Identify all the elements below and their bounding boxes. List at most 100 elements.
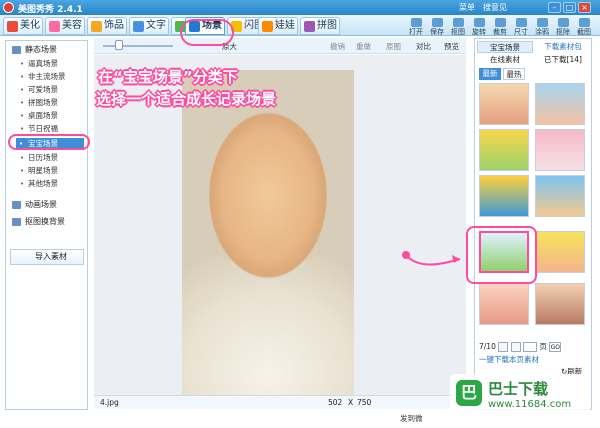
menu-button[interactable]: 菜单 <box>459 2 475 13</box>
go-button[interactable]: GO <box>549 342 562 352</box>
import-material-button[interactable]: 导入素材 <box>10 249 84 265</box>
tab-label: 美化 <box>20 20 40 31</box>
doll-icon <box>262 21 273 32</box>
category-cutout-background[interactable]: 抠图换背景 <box>11 216 65 228</box>
app-title: 美图秀秀 2.4.1 <box>18 5 83 15</box>
sub-item[interactable]: 非主流场景 <box>20 71 66 83</box>
share-to-weibo-button[interactable]: 发到微 <box>400 413 423 424</box>
doodle-icon <box>536 18 548 27</box>
page-number-input[interactable] <box>523 342 538 352</box>
sort-newest[interactable]: 最新 <box>479 68 501 80</box>
material-thumbnail[interactable] <box>535 83 585 125</box>
pointer-arrow <box>402 251 461 266</box>
material-thumbnail[interactable] <box>535 129 585 171</box>
canvas-toolbar: 原大 撤销 重做 原图 对比 预览 <box>94 38 466 54</box>
original-button[interactable]: 原图 <box>386 41 401 52</box>
crop-button[interactable]: 裁剪 <box>490 18 510 36</box>
sub-item[interactable]: 逼真场景 <box>20 58 58 70</box>
tab-puzzle[interactable]: 拼图 <box>300 17 340 35</box>
material-thumbnail[interactable] <box>479 129 529 171</box>
screenshot-button[interactable]: 截图 <box>574 18 594 36</box>
scene-tab-highlight <box>180 19 234 46</box>
material-thumbnail[interactable] <box>479 175 529 217</box>
redo-button[interactable]: 重做 <box>356 41 371 52</box>
material-thumbnail[interactable] <box>535 231 585 273</box>
page-suffix: 页 <box>539 342 547 351</box>
static-scene-icon <box>12 46 21 54</box>
size-button[interactable]: 尺寸 <box>511 18 531 36</box>
minimize-button[interactable]: – <box>548 2 561 13</box>
sub-item[interactable]: 日历场景 <box>20 152 58 164</box>
image-width: 502 <box>328 398 343 407</box>
selected-material-highlight <box>466 226 537 284</box>
baby-photo <box>182 70 354 400</box>
open-button[interactable]: 打开 <box>406 18 426 36</box>
tab-doll[interactable]: 娃娃 <box>258 17 298 35</box>
rotate-button[interactable]: 旋转 <box>469 18 489 36</box>
animated-scene-icon <box>12 201 21 209</box>
material-panel: 宝宝场景 下载素材包 在线素材 已下载[14] 最新 最热 7/10 页 GO … <box>474 38 592 410</box>
tab-label: 娃娃 <box>275 20 295 31</box>
undo-button[interactable]: 撤销 <box>330 41 345 52</box>
close-button[interactable]: × <box>578 2 591 13</box>
preview-button[interactable]: 预览 <box>444 41 459 52</box>
tool-label: 裁剪 <box>493 28 507 36</box>
material-thumbnail[interactable] <box>535 175 585 217</box>
watermark: 巴 巴士下载 www.11684.com <box>450 374 590 422</box>
feedback-menu-button[interactable]: 搜意见 <box>483 2 507 13</box>
category-label: 动画场景 <box>25 200 57 209</box>
tab-text[interactable]: 文字 <box>129 17 169 35</box>
tab-baby-scene-materials[interactable]: 宝宝场景 <box>477 41 533 53</box>
download-page-materials-link[interactable]: 一键下载本页素材 <box>479 354 539 365</box>
material-thumbnail[interactable] <box>479 83 529 125</box>
maximize-button[interactable]: □ <box>563 2 576 13</box>
tab-downloaded[interactable]: 已下载[14] <box>535 54 591 66</box>
sub-item[interactable]: 可爱场景 <box>20 84 58 96</box>
cutout-button[interactable]: 抠图 <box>448 18 468 36</box>
tool-label: 截图 <box>577 28 591 36</box>
cutout-background-icon <box>12 218 21 226</box>
save-button[interactable]: 保存 <box>427 18 447 36</box>
save-icon <box>431 18 443 27</box>
compare-button[interactable]: 对比 <box>416 41 431 52</box>
sub-item[interactable]: 明星场景 <box>20 165 58 177</box>
watermark-logo-icon: 巴 <box>456 380 482 406</box>
doodle-button[interactable]: 涂鸦 <box>532 18 552 36</box>
sub-item[interactable]: 其他场景 <box>20 178 58 190</box>
annotation-line-2: 选择一个适合成长记录场景 <box>96 90 277 108</box>
scene-category-panel: 静态场景 逼真场景 非主流场景 可爱场景 拼图场景 桌面场景 节日祝福 宝宝场景… <box>5 40 88 410</box>
image-height: 750 <box>357 398 372 407</box>
watermark-url: www.11684.com <box>488 399 572 410</box>
material-thumbnail[interactable] <box>535 283 585 325</box>
tool-label: 抠除 <box>556 28 570 36</box>
sub-item[interactable]: 拼图场景 <box>20 97 58 109</box>
material-thumbnail[interactable] <box>479 283 529 325</box>
watermark-title: 巴士下载 <box>488 380 549 398</box>
tab-label: 拼图 <box>317 20 337 31</box>
next-page-button[interactable] <box>510 342 521 352</box>
zoom-slider[interactable] <box>103 45 173 47</box>
beautify-icon <box>7 21 18 32</box>
tab-accessory[interactable]: 饰品 <box>87 17 127 35</box>
zoom-slider-handle[interactable] <box>115 40 123 50</box>
tool-label: 抠图 <box>451 28 465 36</box>
tab-online-materials[interactable]: 在线素材 <box>477 54 533 66</box>
text-icon <box>133 21 144 32</box>
canvas-status-bar: 4.jpg 502 X 750 <box>94 395 466 409</box>
open-icon <box>410 18 422 27</box>
sort-hottest[interactable]: 最热 <box>503 68 525 80</box>
makeup-icon <box>49 21 60 32</box>
tab-beautify[interactable]: 美化 <box>3 17 43 35</box>
erase-button[interactable]: 抠除 <box>553 18 573 36</box>
prev-page-button[interactable] <box>498 342 509 352</box>
tool-label: 尺寸 <box>514 28 528 36</box>
sub-item[interactable]: 桌面场景 <box>20 110 58 122</box>
tool-label: 涂鸦 <box>535 28 549 36</box>
annotation-line-1: 在“宝宝场景”分类下 <box>98 68 238 86</box>
category-animated-scene[interactable]: 动画场景 <box>11 199 57 211</box>
tab-label: 美容 <box>62 20 82 31</box>
tab-makeup[interactable]: 美容 <box>45 17 85 35</box>
title-bar: 美图秀秀 2.4.1 菜单 搜意见 – □ × <box>0 0 600 15</box>
category-static-scene[interactable]: 静态场景 <box>11 44 57 56</box>
tab-download-pack[interactable]: 下载素材包 <box>535 41 591 53</box>
